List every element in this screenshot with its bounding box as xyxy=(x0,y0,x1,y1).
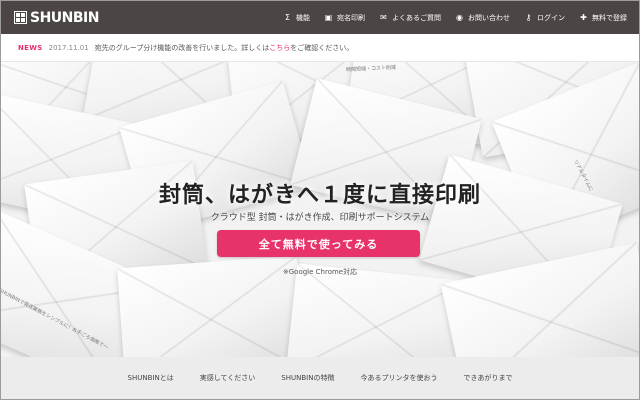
news-date: 2017.11.01 xyxy=(48,43,89,52)
sigma-icon: Σ xyxy=(284,13,291,22)
page-frame: SHUNBIN Σ 機能 ▣ 宛名印刷 ✉ よくあるご質問 ◉ お問い合わせ ⚷… xyxy=(0,0,640,400)
logo-icon xyxy=(14,11,27,24)
news-link[interactable]: こちら xyxy=(269,43,290,53)
nav-item-contact[interactable]: ◉ お問い合わせ xyxy=(455,13,510,23)
try-free-button[interactable]: 全て無料で使ってみる xyxy=(217,230,420,257)
nav-item-login[interactable]: ⚷ ログイン xyxy=(524,13,565,23)
logo[interactable]: SHUNBIN xyxy=(14,10,99,26)
section-link-completion[interactable]: できあがりまで xyxy=(463,373,512,383)
news-label: NEWS xyxy=(18,43,43,52)
browser-note: ※Google Chrome対応 xyxy=(282,268,358,276)
nav-item-faq[interactable]: ✉ よくあるご質問 xyxy=(379,13,441,23)
add-user-icon: ✚ xyxy=(580,13,587,22)
section-link-about[interactable]: SHUNBINとは xyxy=(128,373,174,383)
hero-content: 封筒、はがきへ１度に直接印刷 クラウド型 封筒・はがき作成、印刷サポートシステム… xyxy=(1,62,639,357)
nav-item-label: お問い合わせ xyxy=(468,13,510,22)
nav-item-label: 無料で登録 xyxy=(592,13,627,22)
section-link-features[interactable]: SHUNBINの特徴 xyxy=(281,373,334,383)
nav-item-register[interactable]: ✚ 無料で登録 xyxy=(579,13,627,23)
hero-subtitle: クラウド型 封筒・はがき作成、印刷サポートシステム xyxy=(210,213,430,223)
nav-item-label: よくあるご質問 xyxy=(392,13,441,22)
main-nav: Σ 機能 ▣ 宛名印刷 ✉ よくあるご質問 ◉ お問い合わせ ⚷ ログイン ✚ … xyxy=(269,1,627,34)
chat-icon: ✉ xyxy=(380,13,387,22)
address-card-icon: ▣ xyxy=(324,13,333,22)
hero-section: 時間短縮・コスト削減 リアルタイムに SHUNBINで発送業務をシンプルに！お手… xyxy=(1,62,639,357)
news-bar: NEWS 2017.11.01 宛先のグループ分け機能の改善を行いました。詳しく… xyxy=(1,34,639,62)
news-text-end: をご確認ください。 xyxy=(290,43,354,52)
section-nav: SHUNBINとは 実感してください SHUNBINの特徴 今あるプリンタを使お… xyxy=(1,357,639,399)
hero-title: 封筒、はがきへ１度に直接印刷 xyxy=(158,183,481,208)
section-link-experience[interactable]: 実感してください xyxy=(200,373,256,383)
nav-item-label: 機能 xyxy=(296,13,310,22)
nav-item-features[interactable]: Σ 機能 xyxy=(283,13,310,23)
location-pin-icon: ◉ xyxy=(456,13,463,22)
section-link-printer[interactable]: 今あるプリンタを使おう xyxy=(360,373,437,383)
logo-text: SHUNBIN xyxy=(30,9,99,26)
nav-item-label: ログイン xyxy=(537,13,565,22)
nav-item-address-print[interactable]: ▣ 宛名印刷 xyxy=(324,13,365,23)
nav-item-label: 宛名印刷 xyxy=(337,13,365,22)
key-icon: ⚷ xyxy=(525,13,532,22)
news-text: 宛先のグループ分け機能の改善を行いました。詳しくは xyxy=(94,43,270,52)
top-header: SHUNBIN Σ 機能 ▣ 宛名印刷 ✉ よくあるご質問 ◉ お問い合わせ ⚷… xyxy=(1,1,639,34)
